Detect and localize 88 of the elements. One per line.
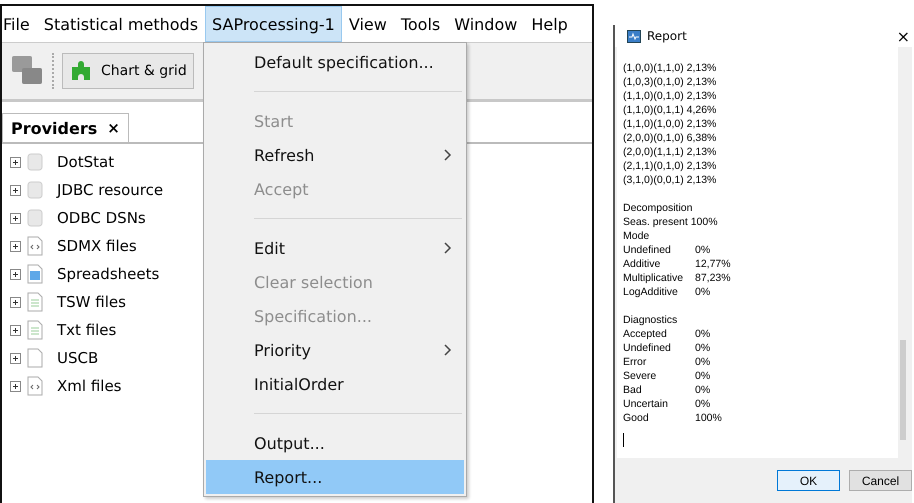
report-line: (2,0,0)(0,1,0) 6,38% <box>623 131 718 145</box>
report-label: Severe <box>623 369 658 383</box>
report-value: 0% <box>695 341 710 355</box>
menu-item[interactable]: Priority <box>206 333 464 367</box>
menu-title[interactable]: SAProcessing-1 <box>205 6 342 42</box>
report-line: (1,1,0)(0,1,0) 2,13% <box>623 89 718 103</box>
tree-item[interactable]: SDMX files <box>57 237 137 255</box>
report-line: (1,0,0)(1,1,0) 2,13% <box>623 61 718 75</box>
database-icon <box>27 152 43 172</box>
report-label: Uncertain <box>623 397 669 411</box>
spreadsheet-icon <box>27 264 43 284</box>
report-value: 0% <box>695 243 710 257</box>
report-label: Accepted <box>623 327 668 341</box>
tree-item[interactable]: USCB <box>57 349 98 367</box>
database-icon <box>27 208 43 228</box>
expand-icon[interactable] <box>10 380 21 392</box>
puzzle-icon <box>69 59 93 83</box>
menu-title[interactable]: Window <box>447 6 524 42</box>
text-cursor <box>623 433 624 447</box>
scrollbar-thumb[interactable] <box>900 340 906 440</box>
report-value: 0% <box>695 397 710 411</box>
tree-item[interactable]: Txt files <box>57 321 116 339</box>
report-value: 0% <box>695 383 710 397</box>
tree-item[interactable]: DotStat <box>57 153 114 171</box>
report-line: (2,0,0)(1,1,1) 2,13% <box>623 145 718 159</box>
expand-icon[interactable] <box>10 352 21 364</box>
tree-item[interactable]: Spreadsheets <box>57 265 160 283</box>
menu-item[interactable]: Output... <box>206 426 464 460</box>
menu-title[interactable]: View <box>342 6 394 42</box>
code-file-icon <box>27 376 43 396</box>
expand-icon[interactable] <box>10 212 21 224</box>
report-line: Decomposition <box>623 201 694 215</box>
report-label: Error <box>623 355 648 369</box>
report-value: 0% <box>695 327 710 341</box>
dialog-button[interactable]: Cancel <box>849 470 912 491</box>
menu-title[interactable]: Tools <box>394 6 448 42</box>
report-label: Additive <box>623 257 662 271</box>
dialog-title: Report <box>647 29 688 43</box>
menu-item[interactable]: Report... <box>206 460 464 494</box>
report-value: 12,77% <box>695 257 731 271</box>
database-icon <box>27 180 43 200</box>
expand-icon[interactable] <box>10 324 21 336</box>
menu-title[interactable]: File <box>2 6 37 42</box>
tab-label: Providers <box>11 118 98 138</box>
dialog-button[interactable]: OK <box>777 470 840 491</box>
report-value: 0% <box>695 355 710 369</box>
report-label: Bad <box>623 383 643 397</box>
expand-icon[interactable] <box>10 296 21 308</box>
menu-item[interactable]: InitialOrder <box>206 367 464 401</box>
tree-item[interactable]: JDBC resource <box>57 181 164 199</box>
menu-item[interactable]: Edit <box>206 231 464 265</box>
chart-grid-button[interactable]: Chart & grid <box>62 53 194 89</box>
close-icon[interactable]: × <box>107 119 120 137</box>
providers-tab[interactable]: Providers × <box>2 113 129 142</box>
report-line: Seas. present 100% <box>623 215 719 229</box>
code-file-icon <box>27 236 43 256</box>
report-label: Undefined <box>623 243 672 257</box>
close-icon[interactable]: × <box>896 26 912 46</box>
menu-title[interactable]: Help <box>524 6 575 42</box>
menu-item[interactable]: Default specification... <box>206 45 464 79</box>
expand-icon[interactable] <box>10 156 21 168</box>
report-line: (3,1,0)(0,0,1) 2,13% <box>623 173 718 187</box>
report-label: Multiplicative <box>623 271 684 285</box>
file-icon <box>27 348 43 368</box>
expand-icon[interactable] <box>10 184 21 196</box>
report-value: 0% <box>695 369 710 383</box>
report-line: (1,0,3)(0,1,0) 2,13% <box>623 75 718 89</box>
text-file-icon <box>27 320 43 340</box>
report-value: 0% <box>695 285 710 299</box>
menu-item[interactable]: Refresh <box>206 138 464 172</box>
report-label: LogAdditive <box>623 285 679 299</box>
report-line: (1,1,0)(0,1,1) 4,26% <box>623 103 718 117</box>
chart-icon <box>627 30 641 42</box>
text-file-icon <box>27 292 43 312</box>
tree-item[interactable]: Xml files <box>57 377 122 395</box>
tree-item[interactable]: TSW files <box>57 293 126 311</box>
report-label: Good <box>623 411 650 425</box>
expand-icon[interactable] <box>10 240 21 252</box>
menu-title[interactable]: Statistical methods <box>36 6 206 42</box>
report-line: (2,1,1)(0,1,0) 2,13% <box>623 159 718 173</box>
report-line: Diagnostics <box>623 313 678 327</box>
tree-item[interactable]: ODBC DSNs <box>57 209 146 227</box>
report-line: Mode <box>623 229 650 243</box>
report-value: 100% <box>695 411 722 425</box>
report-label: Undefined <box>623 341 672 355</box>
expand-icon[interactable] <box>10 268 21 280</box>
report-line: (1,1,0)(1,0,0) 2,13% <box>623 117 718 131</box>
report-value: 87,23% <box>695 271 731 285</box>
